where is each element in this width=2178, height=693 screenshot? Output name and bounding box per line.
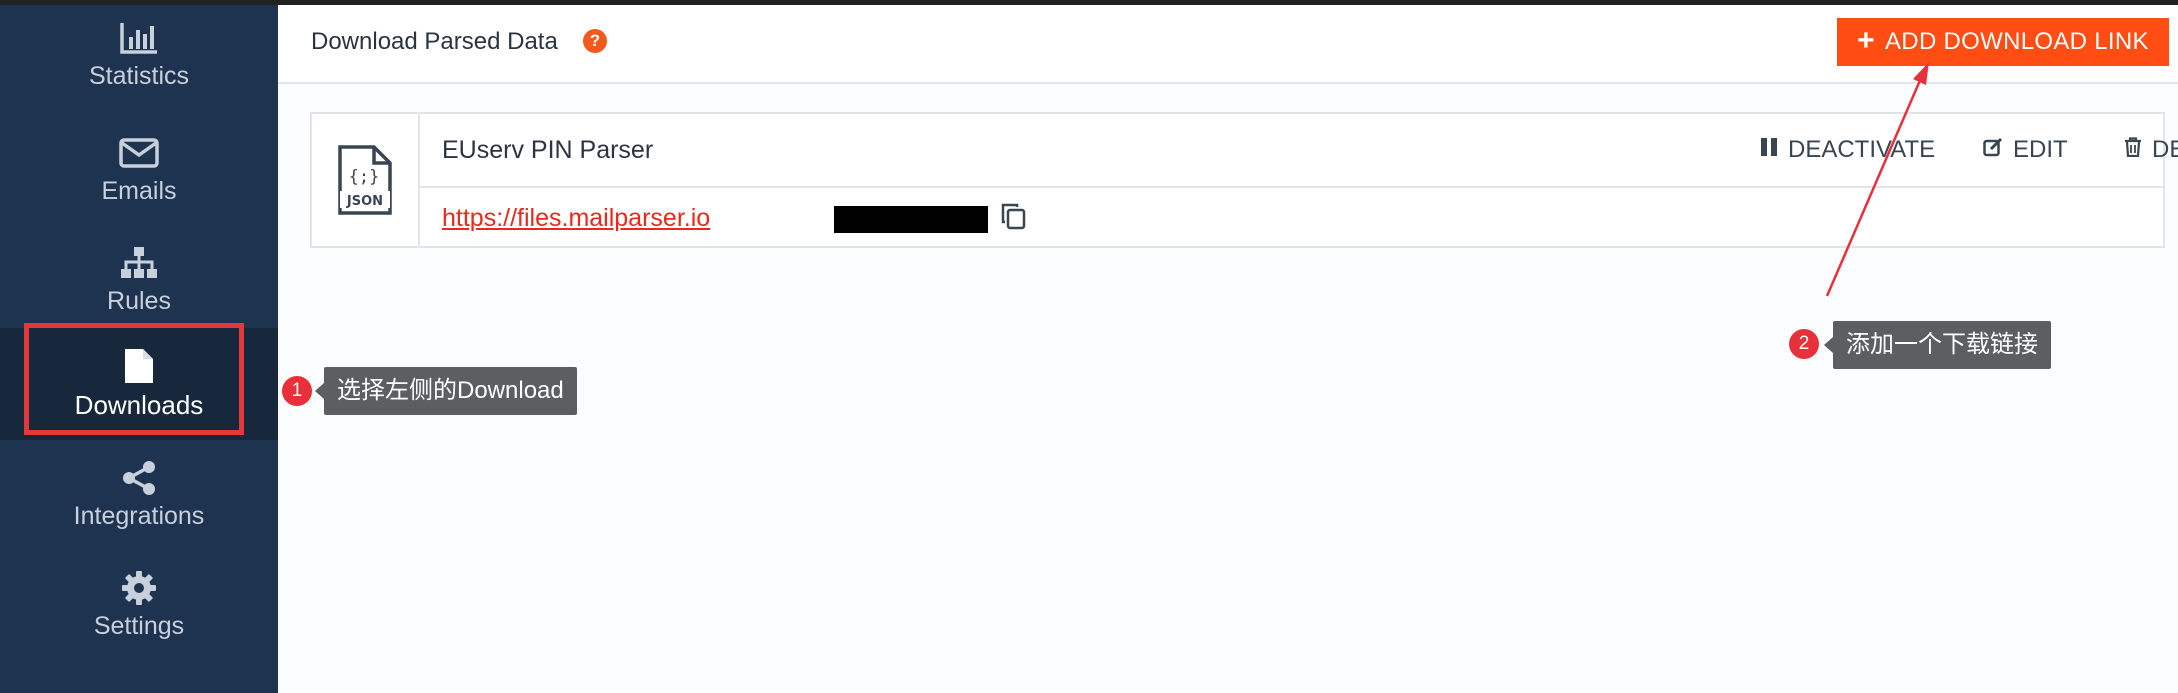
annotation-badge-1: 1 — [282, 376, 312, 406]
annotation-tooltip-1: 选择左侧的Download — [315, 367, 577, 415]
annotation-tooltip-2: 添加一个下载链接 — [1824, 321, 2051, 369]
annotation-badge-2: 2 — [1789, 329, 1819, 359]
